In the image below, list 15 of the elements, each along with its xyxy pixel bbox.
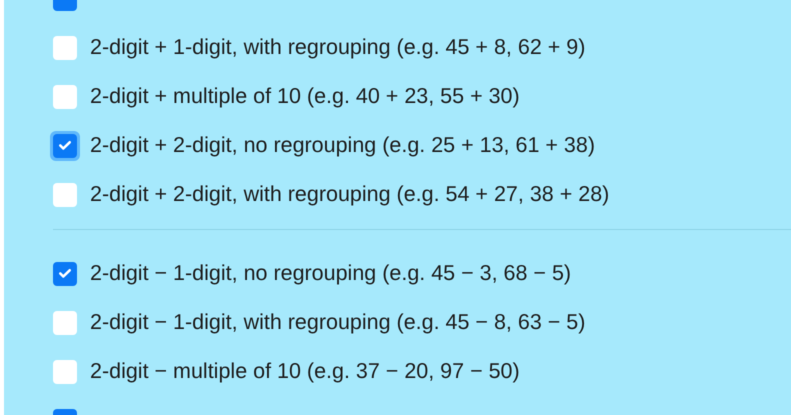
checkbox[interactable]: [53, 182, 77, 206]
option-label: 2-digit − multiple of 10 (e.g. 37 − 20, 97 − 50): [90, 359, 520, 384]
checkbox[interactable]: [53, 310, 77, 334]
option-label: 2-digit + multiple of 10 (e.g. 40 + 23, 55 + 30): [90, 84, 520, 109]
checkbox[interactable]: [53, 84, 77, 108]
checkmark-icon: [59, 141, 71, 150]
checkbox[interactable]: [53, 36, 77, 60]
option-label: 2-digit + 2-digit, no regrouping (e.g. 25 + 13, 61 + 38): [90, 133, 595, 158]
option-label: 2-digit − 1-digit, no regrouping (e.g. 45 − 3, 68 − 5): [90, 261, 572, 286]
option-label: 2-digit + 1-digit, with regrouping (e.g. 45 + 8, 62 + 9): [90, 35, 586, 60]
checkbox[interactable]: [53, 360, 77, 384]
checkbox[interactable]: [53, 262, 77, 286]
checkmark-icon: [59, 269, 71, 278]
option-label: 2-digit + 2-digit, with regrouping (e.g. 54 + 27, 38 + 28): [90, 182, 610, 207]
option-label: 2-digit − 1-digit, with regrouping (e.g. 45 − 8, 63 − 5): [90, 310, 586, 335]
